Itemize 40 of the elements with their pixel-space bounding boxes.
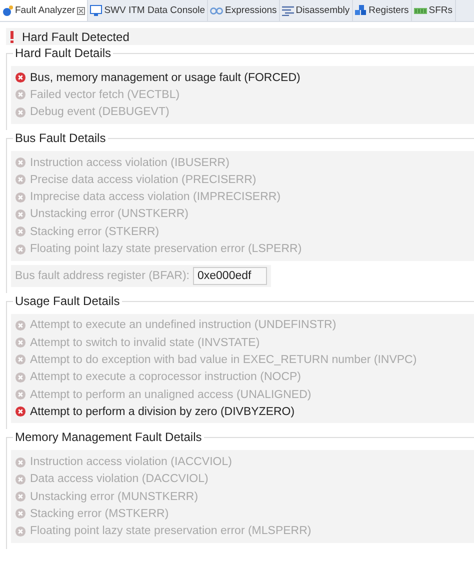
fault-label: Instruction access violation (IACCVIOL) [30,456,232,468]
exclamation-icon [10,30,14,42]
fault-label: Unstacking error (UNSTKERR) [30,208,188,220]
fault-label: Precise data access violation (PRECISERR) [30,174,256,186]
view-tab[interactable]: Fault Analyzer [0,0,88,21]
address-field[interactable]: 0xe000edf [193,266,268,285]
view-tab[interactable]: SFRs [412,0,456,21]
group-title: Memory Management Fault Details [13,430,204,444]
fault-label: Attempt to switch to invalid state (INVSTATE) [30,336,260,349]
group-title: Hard Fault Details [13,46,114,60]
fault-label: Attempt to perform an unaligned access (UNALIGNED) [30,388,312,400]
view-tab[interactable]: SWV ITM Data Console [88,0,208,21]
cubes-icon [354,5,367,16]
view-tab[interactable]: Expressions [208,0,280,21]
fault-label: Stacking error (STKERR) [30,226,160,238]
fault-label: Attempt to execute an undefined instruction (UNDEFINSTR) [30,319,336,332]
group-title: Usage Fault Details [13,294,122,308]
monitor-icon [90,5,102,16]
fault-label: Instruction access violation (IBUSERR) [30,156,230,169]
fault-label: Unstacking error (MUNSTKERR) [30,490,198,503]
fault-label: Attempt to do exception with bad value in EXEC_RETURN number (INVPC) [30,354,417,366]
fault-label: Attempt to execute a coprocessor instruction (NOCP) [30,371,301,384]
field-label: Bus fault address register (BFAR): [15,270,190,282]
fault-label: Imprecise data access violation (IMPRECISERR) [30,191,281,204]
fault-label: Attempt to perform a division by zero (DIVBYZERO) [30,406,295,418]
fault-label: Floating point lazy state preservation error (LSPERR) [30,243,302,256]
fault-label: Data access violation (DACCVIOL) [30,473,208,486]
view-tab[interactable]: Disassembly [280,0,353,21]
chip-icon [414,6,427,14]
view-tab[interactable]: Registers [352,0,412,21]
close-icon[interactable] [77,6,86,14]
fault-label: Floating point lazy state preservation error (MLSPERR) [30,525,312,538]
fault-label: Bus, memory management or usage fault (FORCED) [30,72,300,84]
fault-label: Debug event (DEBUGEVT) [30,106,170,118]
group-title: Bus Fault Details [13,130,108,145]
fault-label: Failed vector fetch (VECTBL) [30,88,180,101]
infinity-icon [210,6,224,14]
banner-text: Hard Fault Detected [22,30,130,44]
fault-label: Stacking error (MSTKERR) [30,508,169,520]
lines-icon [282,6,294,16]
